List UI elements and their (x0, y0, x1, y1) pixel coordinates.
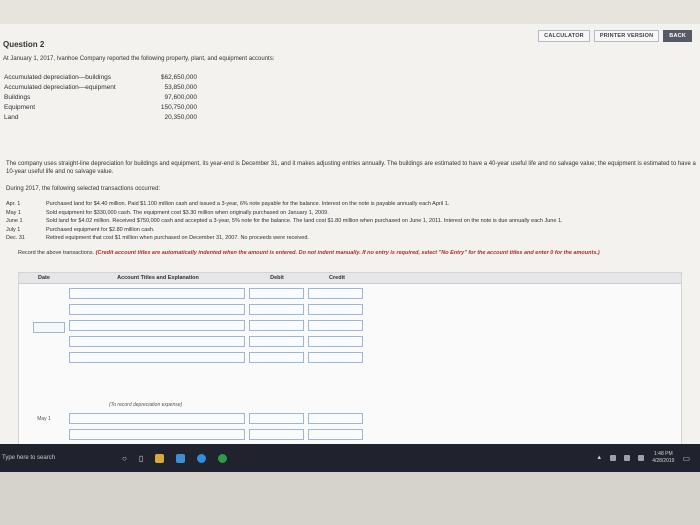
file-explorer-icon[interactable] (155, 453, 165, 463)
account-title-input[interactable] (69, 352, 245, 363)
battery-icon[interactable] (638, 455, 645, 461)
cortana-icon[interactable]: ○ (122, 454, 127, 463)
question-title: Question 2 (3, 40, 45, 49)
account-title-input[interactable] (69, 429, 245, 440)
credit-input[interactable] (308, 304, 363, 315)
transaction-row: Dec. 31 Retired equipment that cost $1 m… (6, 234, 696, 243)
account-row: Land 20,350,000 (4, 113, 197, 123)
taskbar-clock[interactable]: 1:48 PM 4/28/2019 (652, 451, 674, 465)
during-text: During 2017, the following selected tran… (6, 186, 161, 192)
account-name: Accumulated depreciation—buildings (4, 74, 111, 81)
transactions-list: Apr. 1 Purchased land for $4.40 million.… (6, 200, 696, 243)
transaction-text: Sold equipment for $330,000 cash. The eq… (46, 209, 329, 216)
taskbar-search[interactable]: Type here to search (0, 455, 122, 461)
windows-taskbar: Type here to search ○ ▯ ▲ 1:48 PM 4/28/2… (0, 444, 700, 472)
notifications-icon[interactable]: ▭ (682, 454, 690, 463)
account-row: Accumulated depreciation—equipment 53,85… (4, 83, 197, 93)
instructions: Record the above transactions. (Credit a… (18, 250, 678, 256)
transaction-date: Apr. 1 (6, 201, 21, 207)
transaction-row: July 1 Purchased equipment for $2.80 mil… (6, 226, 696, 235)
journal-row (19, 335, 367, 348)
journal-header: Date Account Titles and Explanation Debi… (19, 273, 681, 284)
account-title-input[interactable] (69, 288, 245, 299)
account-name: Accumulated depreciation—equipment (4, 84, 116, 91)
debit-input[interactable] (249, 429, 304, 440)
account-name: Land (4, 114, 19, 121)
account-title-input[interactable] (69, 413, 245, 424)
debit-input[interactable] (249, 288, 304, 299)
journal-row (19, 303, 367, 316)
account-name: Equipment (4, 104, 36, 111)
header-account: Account Titles and Explanation (117, 275, 199, 281)
account-value: 97,600,000 (164, 94, 197, 101)
journal-row (19, 351, 367, 364)
credit-input[interactable] (308, 336, 363, 347)
system-tray: ▲ 1:48 PM 4/28/2019 ▭ (596, 451, 700, 465)
transaction-date: May 1 (6, 209, 21, 216)
account-value: 20,350,000 (164, 114, 197, 121)
account-title-input[interactable] (69, 304, 245, 315)
header-date: Date (38, 275, 50, 281)
debit-input[interactable] (249, 320, 304, 331)
account-value: 53,850,000 (164, 84, 197, 91)
volume-icon[interactable] (624, 455, 631, 461)
chrome-icon[interactable] (218, 453, 228, 463)
question-intro: At January 1, 2017, Ivanhoe Company repo… (3, 56, 275, 62)
header-debit: Debit (270, 275, 284, 281)
transaction-row: May 1 Sold equipment for $330,000 cash. … (6, 209, 696, 218)
credit-input[interactable] (308, 320, 363, 331)
account-row: Buildings 97,600,000 (4, 93, 197, 103)
taskbar-apps: ○ ▯ (122, 453, 228, 463)
debit-input[interactable] (249, 413, 304, 424)
instructions-note: (Credit account titles are automatically… (95, 250, 600, 256)
task-view-icon[interactable]: ▯ (139, 454, 143, 463)
transaction-date: Dec. 31 (6, 235, 25, 241)
transaction-text: Sold land for $4.02 million. Received $7… (46, 218, 563, 224)
account-name: Buildings (4, 94, 31, 101)
account-value: $62,650,000 (160, 74, 197, 81)
accounts-list: Accumulated depreciation—buildings $62,6… (4, 73, 197, 123)
credit-input[interactable] (308, 288, 363, 299)
journal-row: May 1 (19, 412, 367, 425)
edge-icon[interactable] (197, 453, 207, 463)
printer-version-button[interactable]: PRINTER VERSION (593, 30, 660, 42)
account-title-input[interactable] (69, 320, 245, 331)
credit-input[interactable] (308, 413, 363, 424)
transaction-text: Purchased land for $4.40 million. Paid $… (46, 201, 450, 207)
transaction-date: June 1 (6, 218, 23, 224)
account-title-input[interactable] (69, 336, 245, 347)
monitor-bezel (0, 472, 700, 525)
journal-row (19, 287, 367, 300)
toolbar: CALCULATOR PRINTER VERSION BACK (538, 30, 692, 42)
network-icon[interactable] (610, 455, 617, 461)
policy-text: The company uses straight-line depreciat… (6, 161, 696, 175)
instructions-lead: Record the above transactions. (18, 250, 95, 256)
store-icon[interactable] (176, 453, 186, 463)
calculator-button[interactable]: CALCULATOR (538, 30, 590, 42)
transaction-text: Purchased equipment for $2.80 million ca… (46, 226, 155, 233)
credit-input[interactable] (308, 352, 363, 363)
debit-input[interactable] (249, 304, 304, 315)
header-credit: Credit (329, 275, 345, 281)
transaction-text: Retired equipment that cost $1 million w… (46, 235, 309, 241)
chevron-up-icon[interactable]: ▲ (596, 455, 602, 461)
row-date: May 1 (37, 415, 51, 422)
debit-input[interactable] (249, 352, 304, 363)
clock-time: 1:48 PM (654, 451, 673, 457)
browser-content: CALCULATOR PRINTER VERSION BACK Question… (0, 24, 700, 444)
clock-date: 4/28/2019 (652, 458, 675, 464)
account-value: 150,750,000 (160, 104, 197, 111)
account-row: Accumulated depreciation—buildings $62,6… (4, 73, 197, 83)
transaction-row: Apr. 1 Purchased land for $4.40 million.… (6, 200, 696, 209)
credit-input[interactable] (308, 429, 363, 440)
depreciation-note: (To record depreciation expense) (109, 402, 183, 408)
journal-row (19, 319, 367, 332)
journal-table: Date Account Titles and Explanation Debi… (18, 272, 682, 444)
account-row: Equipment 150,750,000 (4, 103, 197, 113)
transaction-date: July 1 (6, 226, 21, 233)
journal-row (19, 428, 367, 441)
debit-input[interactable] (249, 336, 304, 347)
transaction-row: June 1 Sold land for $4.02 million. Rece… (6, 217, 696, 226)
back-button[interactable]: BACK (663, 30, 692, 42)
